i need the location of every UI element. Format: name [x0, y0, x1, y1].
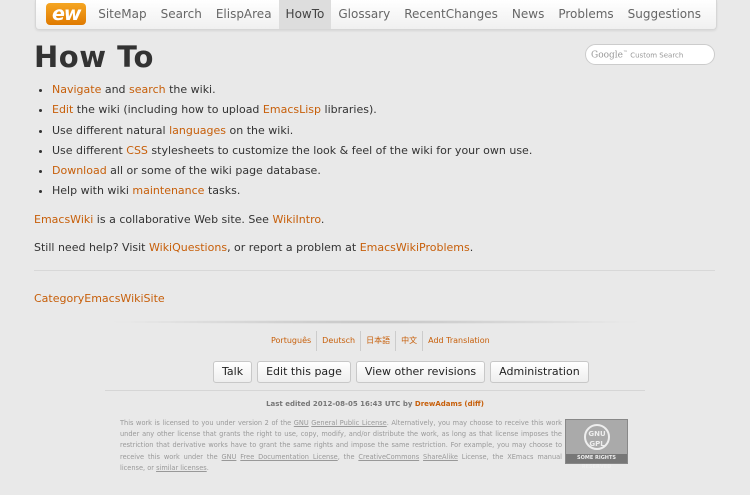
translation-japanese[interactable]: 日本語	[360, 331, 395, 351]
nav-recentchanges[interactable]: RecentChanges	[397, 0, 505, 29]
navigate-link[interactable]: Navigate	[52, 83, 101, 96]
fdl-link[interactable]: Free Documentation License	[240, 453, 337, 461]
last-edited-text: Last edited 2012-08-05 16:43 UTC by	[266, 400, 415, 408]
list-text: Help with wiki	[52, 184, 133, 198]
main-nav: SiteMap Search ElispArea HowTo Glossary …	[91, 0, 708, 29]
para-text: Still need help? Visit	[34, 241, 149, 254]
list-text: libraries).	[321, 103, 377, 117]
gnu-link-2[interactable]: GNU	[222, 453, 237, 461]
list-text: Use different	[52, 143, 127, 157]
footer-shadow-divider	[105, 320, 645, 324]
translation-deutsch[interactable]: Deutsch	[316, 331, 360, 351]
search-link[interactable]: search	[129, 83, 166, 96]
list-text: Use different natural	[52, 123, 170, 137]
badge-line1: GNU	[588, 430, 606, 438]
edit-page-button[interactable]: Edit this page	[257, 361, 351, 383]
help-paragraph: Still need help? Visit WikiQuestions, or…	[34, 241, 473, 254]
last-edited: Last edited 2012-08-05 16:43 UTC by Drew…	[0, 400, 750, 408]
emacswiki-logo[interactable]: ew	[46, 3, 87, 25]
list-item: Use different natural languages on the w…	[52, 121, 532, 141]
search-input[interactable]	[585, 44, 715, 65]
emacswikiproblems-link[interactable]: EmacsWikiProblems	[360, 241, 470, 254]
gnu-link[interactable]: GNU	[294, 419, 309, 427]
nav-glossary[interactable]: Glossary	[331, 0, 397, 29]
list-item: Help with wiki maintenance tasks.	[52, 181, 532, 201]
list-text: all or some of the wiki page database.	[106, 164, 321, 178]
footer-divider	[105, 390, 645, 391]
list-text: the wiki.	[165, 83, 216, 96]
nav-problems[interactable]: Problems	[551, 0, 620, 29]
talk-button[interactable]: Talk	[213, 361, 253, 383]
gpl-badge[interactable]: GNU GPL SOME RIGHTS RESERVED	[565, 419, 628, 470]
css-link[interactable]: CSS	[126, 144, 148, 157]
list-text: tasks.	[204, 184, 241, 198]
nav-news[interactable]: News	[505, 0, 551, 29]
list-text: stylesheets to customize the look & feel…	[147, 143, 533, 157]
translation-chinese[interactable]: 中文	[395, 331, 422, 351]
list-item: Navigate and search the wiki.	[52, 80, 532, 100]
wikiintro-link[interactable]: WikiIntro	[272, 213, 320, 226]
similar-licenses-link[interactable]: similar licenses	[156, 464, 207, 472]
sharealike-link[interactable]: ShareAlike	[423, 453, 458, 461]
license-span: .	[206, 463, 209, 472]
translation-bar: Português Deutsch 日本語 中文 Add Translation	[266, 331, 495, 351]
maintenance-link[interactable]: maintenance	[132, 184, 204, 197]
edit-link[interactable]: Edit	[52, 103, 73, 116]
nav-search[interactable]: Search	[154, 0, 209, 29]
intro-paragraph: EmacsWiki is a collaborative Web site. S…	[34, 213, 324, 226]
emacswiki-link[interactable]: EmacsWiki	[34, 213, 93, 226]
gpl-circle-icon: GNU GPL	[584, 424, 610, 450]
wikiquestions-link[interactable]: WikiQuestions	[149, 241, 227, 254]
translation-portugues[interactable]: Português	[266, 331, 316, 351]
license-span: This work is licensed to you under versi…	[120, 419, 294, 427]
creativecommons-link[interactable]: CreativeCommons	[358, 453, 419, 461]
add-translation-link[interactable]: Add Translation	[422, 331, 495, 351]
nav-howto[interactable]: HowTo	[278, 0, 332, 29]
nav-suggestions[interactable]: Suggestions	[621, 0, 708, 29]
list-text: on the wiki.	[226, 123, 294, 137]
languages-link[interactable]: languages	[169, 124, 226, 137]
view-revisions-button[interactable]: View other revisions	[355, 361, 486, 383]
task-list: Navigate and search the wiki. Edit the w…	[34, 80, 532, 202]
author-link[interactable]: DrewAdams	[415, 400, 462, 408]
para-text: .	[469, 241, 474, 254]
nav-elisparea[interactable]: ElispArea	[209, 0, 279, 29]
page-title: How To	[34, 40, 154, 74]
content-divider	[34, 270, 715, 271]
list-text: the wiki (including how to upload	[73, 103, 263, 117]
license-span: , the	[337, 452, 359, 461]
badge-rights-text: SOME RIGHTS RESERVED	[566, 454, 627, 470]
header-bar: ew SiteMap Search ElispArea HowTo Glossa…	[35, 0, 717, 30]
download-link[interactable]: Download	[52, 164, 107, 177]
diff-link[interactable]: (diff)	[464, 400, 483, 408]
administration-button[interactable]: Administration	[490, 361, 589, 383]
para-text: , or report a problem at	[227, 241, 360, 254]
badge-line2: GPL	[589, 440, 605, 448]
category-link[interactable]: CategoryEmacsWikiSite	[34, 292, 165, 305]
page-actions: Talk Edit this page View other revisions…	[213, 361, 589, 383]
license-text: This work is licensed to you under versi…	[120, 418, 562, 474]
para-text: is a collaborative Web site. See	[93, 213, 273, 226]
nav-sitemap[interactable]: SiteMap	[91, 0, 153, 29]
list-item: Use different CSS stylesheets to customi…	[52, 141, 532, 161]
list-item: Edit the wiki (including how to upload E…	[52, 100, 532, 120]
list-text: and	[101, 83, 130, 96]
list-item: Download all or some of the wiki page da…	[52, 161, 532, 181]
emacslisp-link[interactable]: EmacsLisp	[263, 103, 321, 116]
para-text: .	[320, 213, 325, 226]
gpl-link[interactable]: General Public License	[311, 419, 387, 427]
